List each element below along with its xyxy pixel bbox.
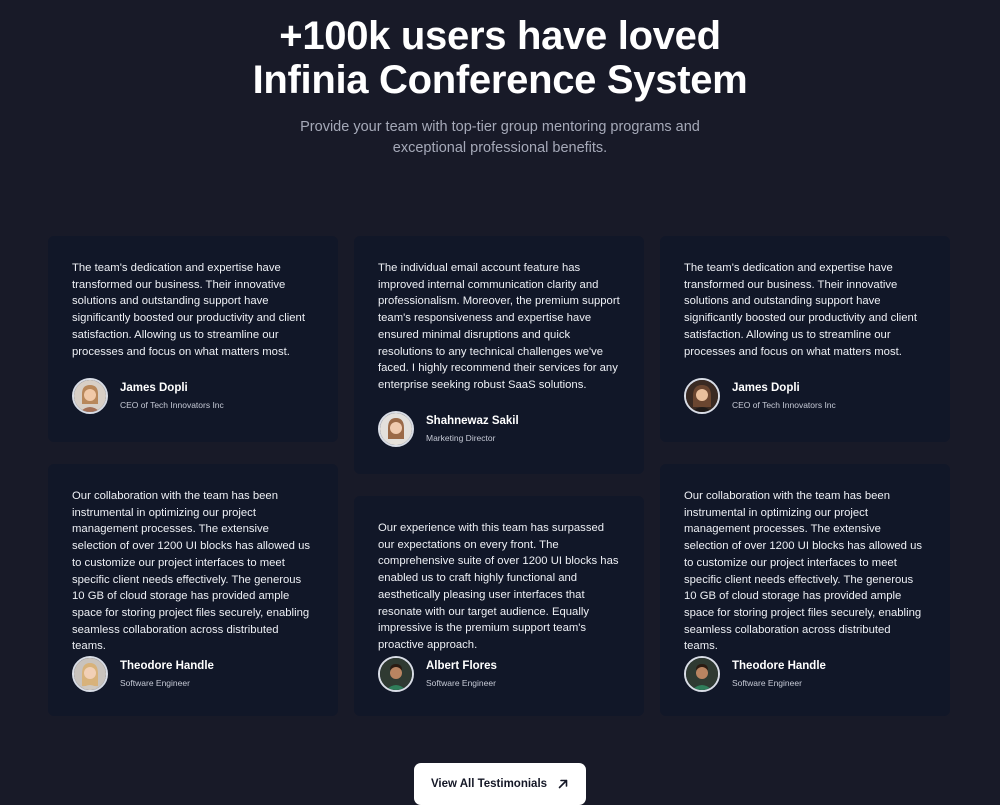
testimonial-author: Theodore Handle Software Engineer <box>684 656 826 692</box>
avatar <box>72 378 108 414</box>
avatar <box>378 411 414 447</box>
testimonial-card: The individual email account feature has… <box>354 236 644 474</box>
testimonial-card: The team's dedication and expertise have… <box>660 236 950 442</box>
testimonial-card: The team's dedication and expertise have… <box>48 236 338 442</box>
arrow-up-right-icon <box>557 778 569 790</box>
avatar <box>684 378 720 414</box>
section-subtitle: Provide your team with top-tier group me… <box>300 119 700 156</box>
author-name: James Dopli <box>732 382 800 394</box>
author-name: Shahnewaz Sakil <box>426 415 519 427</box>
avatar <box>684 656 720 692</box>
button-label: View All Testimonials <box>430 778 548 790</box>
testimonial-author: James Dopli CEO of Tech Innovators Inc <box>72 378 224 414</box>
section-heading: +100k users have loved Infinia Conferenc… <box>0 14 1000 102</box>
avatar <box>378 656 414 692</box>
avatar <box>72 656 108 692</box>
testimonial-author: Theodore Handle Software Engineer <box>72 656 214 692</box>
testimonial-card: Our experience with this team has surpas… <box>354 496 644 716</box>
author-name: Theodore Handle <box>120 660 214 672</box>
author-name: Theodore Handle <box>732 660 826 672</box>
testimonial-author: Shahnewaz Sakil Marketing Director <box>378 411 519 447</box>
testimonial-author: Albert Flores Software Engineer <box>378 656 497 692</box>
view-all-testimonials-button[interactable]: View All Testimonials <box>414 763 586 805</box>
testimonial-quote: The team's dedication and expertise have… <box>684 262 917 358</box>
testimonial-author: James Dopli CEO of Tech Innovators Inc <box>684 378 836 414</box>
author-role: Software Engineer <box>120 678 190 688</box>
author-name: Albert Flores <box>426 660 497 672</box>
author-name: James Dopli <box>120 382 188 394</box>
testimonial-quote: The team's dedication and expertise have… <box>72 262 305 358</box>
testimonial-card: Our collaboration with the team has been… <box>48 464 338 716</box>
testimonial-quote: The individual email account feature has… <box>378 262 620 391</box>
testimonial-card: Our collaboration with the team has been… <box>660 464 950 716</box>
author-role: Marketing Director <box>426 433 496 443</box>
author-role: CEO of Tech Innovators Inc <box>732 400 836 410</box>
heading-line-2: Infinia Conference System <box>252 58 748 102</box>
author-role: Software Engineer <box>732 678 802 688</box>
testimonial-quote: Our collaboration with the team has been… <box>684 490 922 653</box>
testimonial-quote: Our collaboration with the team has been… <box>72 490 310 653</box>
author-role: CEO of Tech Innovators Inc <box>120 400 224 410</box>
author-role: Software Engineer <box>426 678 496 688</box>
testimonial-quote: Our experience with this team has surpas… <box>378 522 619 651</box>
heading-line-1: +100k users have loved <box>279 14 721 58</box>
